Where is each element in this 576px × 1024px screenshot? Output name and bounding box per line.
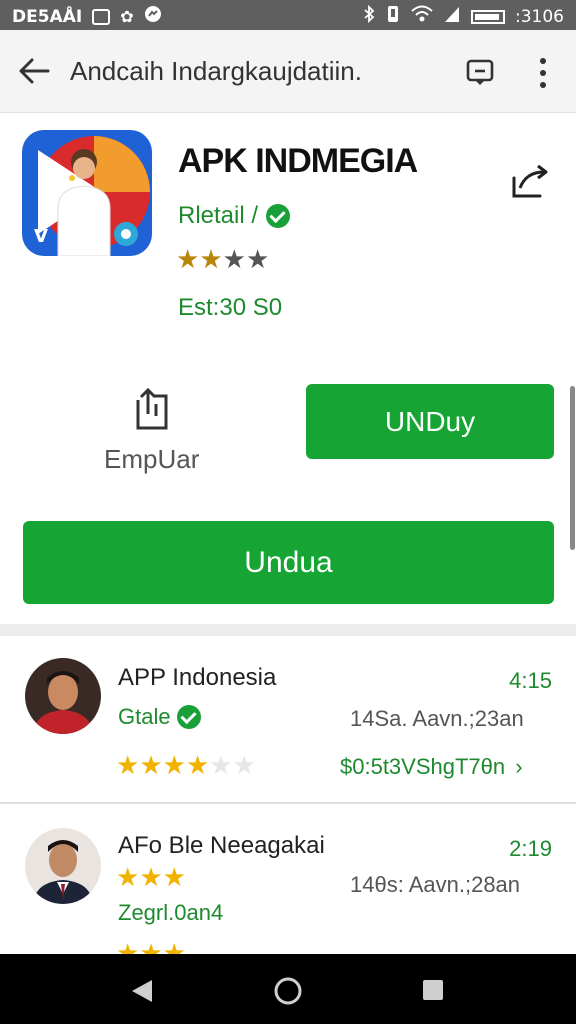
list-item-rating: ★★★★★★	[116, 750, 256, 781]
star-icon: ★	[116, 750, 140, 780]
messenger-icon	[144, 5, 162, 28]
list-item-developer: Zegrl.0an4	[118, 900, 224, 925]
back-arrow-icon[interactable]	[18, 56, 50, 86]
star-icon: ★	[139, 862, 163, 892]
share-icon[interactable]	[510, 164, 550, 200]
status-bar: DE5AÅI ✿ :3106	[0, 0, 576, 30]
list-item-time: 2:19	[509, 836, 552, 861]
list-item-price-text: $0:5t3VShgT7θn	[340, 754, 506, 779]
app-size: Est:30 S0	[178, 294, 283, 321]
notification-icon	[92, 8, 111, 25]
avatar	[25, 658, 101, 734]
star-icon: ★	[245, 244, 270, 274]
list-item-subtitle: Zegrl.0an4	[118, 900, 223, 926]
star-icon: ★	[232, 750, 256, 780]
section-divider	[0, 624, 576, 636]
star-icon: ★	[209, 750, 233, 780]
list-item-developer: Gtale	[118, 704, 171, 729]
battery-icon	[471, 9, 505, 24]
verified-badge-icon	[176, 705, 201, 729]
nav-back-icon[interactable]	[130, 978, 154, 1009]
app-name: APK INDMEGIA	[178, 142, 418, 180]
list-item-price[interactable]: $0:5t3VShgT7θn ›	[340, 754, 523, 780]
svg-text:V: V	[34, 226, 48, 247]
star-icon: ★	[199, 244, 223, 274]
download-button-big[interactable]: Undua	[23, 521, 554, 604]
list-item-time: 4:15	[509, 668, 552, 693]
clock: :3106	[515, 6, 564, 27]
star-icon: ★	[185, 750, 210, 780]
star-icon: ★	[162, 862, 186, 892]
star-icon: ★	[116, 862, 140, 892]
cat-icon: ✿	[120, 7, 134, 26]
star-icon: ★	[176, 244, 200, 274]
row-divider	[0, 802, 576, 804]
carrier-label: DE5AÅI	[12, 6, 83, 27]
list-item-date: 14θs: Aavn.;28an	[350, 872, 521, 897]
wifi-icon	[411, 5, 433, 28]
navigation-bar	[0, 954, 576, 1024]
vibrate-icon	[385, 5, 401, 28]
emulator-label[interactable]: EmpUar	[104, 444, 199, 475]
chevron-right-icon: ›	[515, 754, 523, 779]
star-icon: ★	[139, 750, 163, 780]
app-rating: ★★★★	[176, 244, 269, 275]
bluetooth-icon	[363, 4, 375, 28]
more-options-icon[interactable]	[536, 56, 550, 90]
list-item-date: 14Sa. Aavn.;23an	[350, 706, 524, 731]
list-item-name: APP Indonesia	[118, 664, 277, 691]
developer-name[interactable]: Rletail /	[178, 202, 258, 230]
app-icon: V	[22, 130, 152, 256]
nav-recents-icon[interactable]	[422, 979, 444, 1006]
chat-icon[interactable]	[466, 58, 494, 86]
verified-badge-icon	[266, 204, 291, 228]
list-item-subtitle: Gtale	[118, 704, 201, 730]
emulator-icon[interactable]	[128, 386, 174, 432]
developer-row: Rletail /	[178, 202, 291, 230]
nav-home-icon[interactable]	[273, 976, 303, 1011]
list-item-rating: ★★★	[116, 862, 186, 893]
page-title: Andcaih Indargkaujdatiin.	[70, 56, 362, 86]
scrollbar[interactable]	[570, 386, 575, 550]
app-bar: Andcaih Indargkaujdatiin.	[0, 30, 576, 113]
star-icon: ★	[222, 244, 246, 274]
avatar	[25, 828, 101, 904]
download-button-small[interactable]: UNDuy	[306, 384, 554, 459]
signal-icon	[443, 5, 461, 28]
star-icon: ★	[162, 750, 186, 780]
list-item-name: AFo Ble Neeagakai	[118, 832, 325, 859]
